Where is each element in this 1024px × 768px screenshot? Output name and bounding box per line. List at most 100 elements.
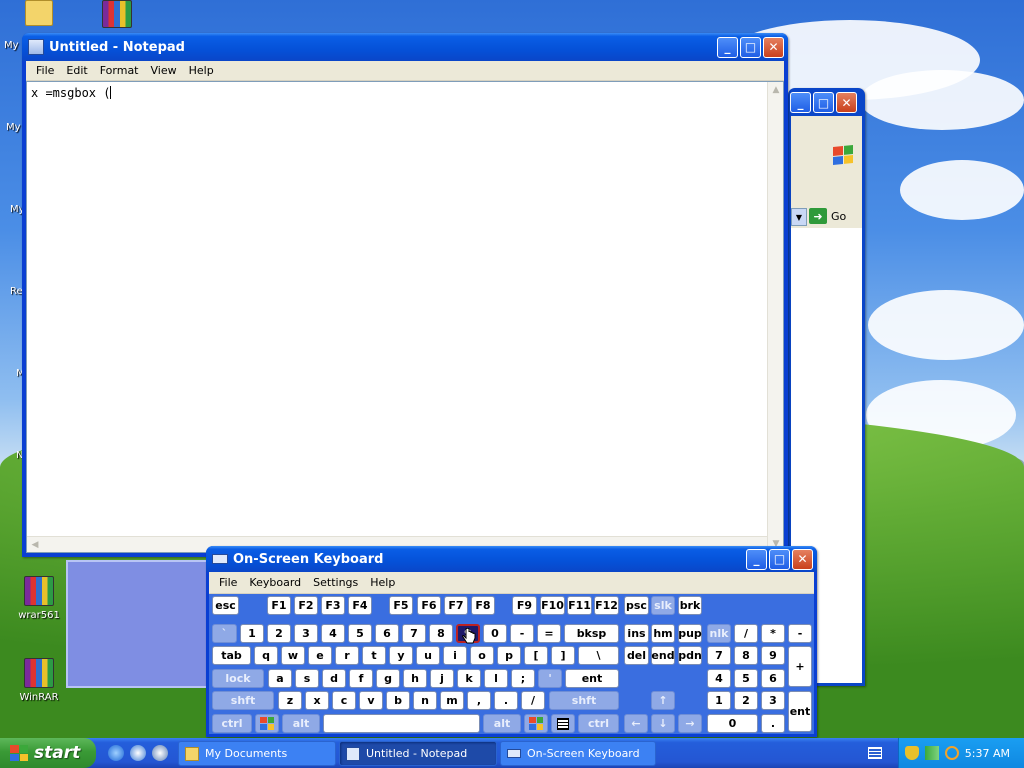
key-q[interactable]: q xyxy=(254,646,278,665)
maximize-button[interactable]: □ xyxy=(740,36,761,58)
key-period[interactable]: . xyxy=(494,691,518,710)
key-num-subtract[interactable]: - xyxy=(788,624,812,643)
key-left-ctrl[interactable]: ctrl xyxy=(212,714,252,733)
internet-explorer-quicklaunch-icon[interactable] xyxy=(108,745,124,761)
key-enter[interactable]: ent xyxy=(565,669,619,688)
key-caps-lock[interactable]: lock xyxy=(212,669,264,688)
key-delete[interactable]: del xyxy=(624,646,649,665)
key-quote[interactable]: ' xyxy=(538,669,562,688)
minimize-icon[interactable]: _ xyxy=(790,92,811,113)
key-insert[interactable]: ins xyxy=(624,624,649,643)
key-f[interactable]: f xyxy=(349,669,373,688)
key-o[interactable]: o xyxy=(470,646,494,665)
taskbar-item-notepad[interactable]: Untitled - Notepad xyxy=(339,741,497,766)
start-button[interactable]: start xyxy=(0,738,96,768)
media-player-quicklaunch-icon[interactable] xyxy=(152,745,168,761)
key-m[interactable]: m xyxy=(440,691,464,710)
go-button[interactable]: ➜ Go xyxy=(809,208,846,224)
minimize-button[interactable]: _ xyxy=(746,548,767,570)
key-right-windows[interactable] xyxy=(524,714,548,733)
key-num-5[interactable]: 5 xyxy=(734,669,758,688)
key-num-2[interactable]: 2 xyxy=(734,691,758,710)
key-slash[interactable]: / xyxy=(521,691,545,710)
key-x[interactable]: x xyxy=(305,691,329,710)
key-f8[interactable]: F8 xyxy=(471,596,495,615)
key-num-7[interactable]: 7 xyxy=(707,646,731,665)
key-f11[interactable]: F11 xyxy=(567,596,592,615)
maximize-button[interactable]: □ xyxy=(769,548,790,570)
osk-titlebar[interactable]: On-Screen Keyboard _ □ ✕ xyxy=(206,546,817,572)
scroll-up-icon[interactable]: ▲ xyxy=(768,82,784,98)
key-i[interactable]: i xyxy=(443,646,467,665)
menu-edit[interactable]: Edit xyxy=(60,64,93,77)
close-button[interactable]: ✕ xyxy=(763,36,784,58)
menu-file[interactable]: File xyxy=(30,64,60,77)
key-arrow-up[interactable]: ↑ xyxy=(651,691,675,710)
menu-help[interactable]: Help xyxy=(183,64,220,77)
key-f7[interactable]: F7 xyxy=(444,596,468,615)
scroll-left-icon[interactable]: ◀ xyxy=(27,537,43,553)
key-f9[interactable]: F9 xyxy=(512,596,537,615)
key-num-9[interactable]: 9 xyxy=(761,646,785,665)
key-space[interactable] xyxy=(323,714,480,733)
key-semicolon[interactable]: ; xyxy=(511,669,535,688)
key-backslash[interactable]: \ xyxy=(578,646,619,665)
key-arrow-right[interactable]: → xyxy=(678,714,702,733)
key-f1[interactable]: F1 xyxy=(267,596,291,615)
key-backspace[interactable]: bksp xyxy=(564,624,619,643)
address-dropdown-icon[interactable]: ▼ xyxy=(791,208,807,226)
key-2[interactable]: 2 xyxy=(267,624,291,643)
key-num-0[interactable]: 0 xyxy=(707,714,758,733)
key-left-shift[interactable]: shft xyxy=(212,691,274,710)
key-page-up[interactable]: pup xyxy=(678,624,702,643)
key-z[interactable]: z xyxy=(278,691,302,710)
key-num-6[interactable]: 6 xyxy=(761,669,785,688)
menu-help[interactable]: Help xyxy=(364,576,401,589)
key-arrow-down[interactable]: ↓ xyxy=(651,714,675,733)
key-8[interactable]: 8 xyxy=(429,624,453,643)
key-b[interactable]: b xyxy=(386,691,410,710)
key-g[interactable]: g xyxy=(376,669,400,688)
desktop-icon-my-documents[interactable] xyxy=(4,0,74,30)
vertical-scrollbar[interactable]: ▲ ▼ xyxy=(767,82,783,552)
key-home[interactable]: hm xyxy=(651,624,675,643)
menu-keyboard[interactable]: Keyboard xyxy=(243,576,307,589)
key-num-8[interactable]: 8 xyxy=(734,646,758,665)
key-6[interactable]: 6 xyxy=(375,624,399,643)
menu-settings[interactable]: Settings xyxy=(307,576,364,589)
notepad-window[interactable]: Untitled - Notepad _ □ ✕ File Edit Forma… xyxy=(22,33,788,557)
key-4[interactable]: 4 xyxy=(321,624,345,643)
notepad-text-area[interactable]: x =msgbox ( ▲ ▼ ◀ xyxy=(26,81,784,553)
key-minus[interactable]: - xyxy=(510,624,534,643)
key-u[interactable]: u xyxy=(416,646,440,665)
maximize-icon[interactable]: □ xyxy=(813,92,834,113)
close-icon[interactable]: ✕ xyxy=(836,92,857,113)
key-f10[interactable]: F10 xyxy=(540,596,565,615)
key-n[interactable]: n xyxy=(413,691,437,710)
taskbar-item-on-screen-keyboard[interactable]: On-Screen Keyboard xyxy=(500,741,656,766)
key-k[interactable]: k xyxy=(457,669,481,688)
close-button[interactable]: ✕ xyxy=(792,548,813,570)
key-right-ctrl[interactable]: ctrl xyxy=(578,714,619,733)
key-num-multiply[interactable]: * xyxy=(761,624,785,643)
key-left-bracket[interactable]: [ xyxy=(524,646,548,665)
key-num-divide[interactable]: / xyxy=(734,624,758,643)
key-d[interactable]: d xyxy=(322,669,346,688)
desktop-icon-wrar561[interactable]: wrar561 xyxy=(4,576,74,621)
key-arrow-left[interactable]: ← xyxy=(624,714,648,733)
key-y[interactable]: y xyxy=(389,646,413,665)
key-h[interactable]: h xyxy=(403,669,427,688)
key-1[interactable]: 1 xyxy=(240,624,264,643)
key-num-3[interactable]: 3 xyxy=(761,691,785,710)
clock[interactable]: 5:37 AM xyxy=(965,747,1010,760)
key-t[interactable]: t xyxy=(362,646,386,665)
key-num-lock[interactable]: nlk xyxy=(707,624,731,643)
menu-view[interactable]: View xyxy=(145,64,183,77)
menu-file[interactable]: File xyxy=(213,576,243,589)
key-5[interactable]: 5 xyxy=(348,624,372,643)
search-icon[interactable] xyxy=(945,746,959,760)
key-num-enter[interactable]: ent xyxy=(788,691,812,732)
key-f4[interactable]: F4 xyxy=(348,596,372,615)
key-brk[interactable]: brk xyxy=(678,596,702,615)
key-l[interactable]: l xyxy=(484,669,508,688)
